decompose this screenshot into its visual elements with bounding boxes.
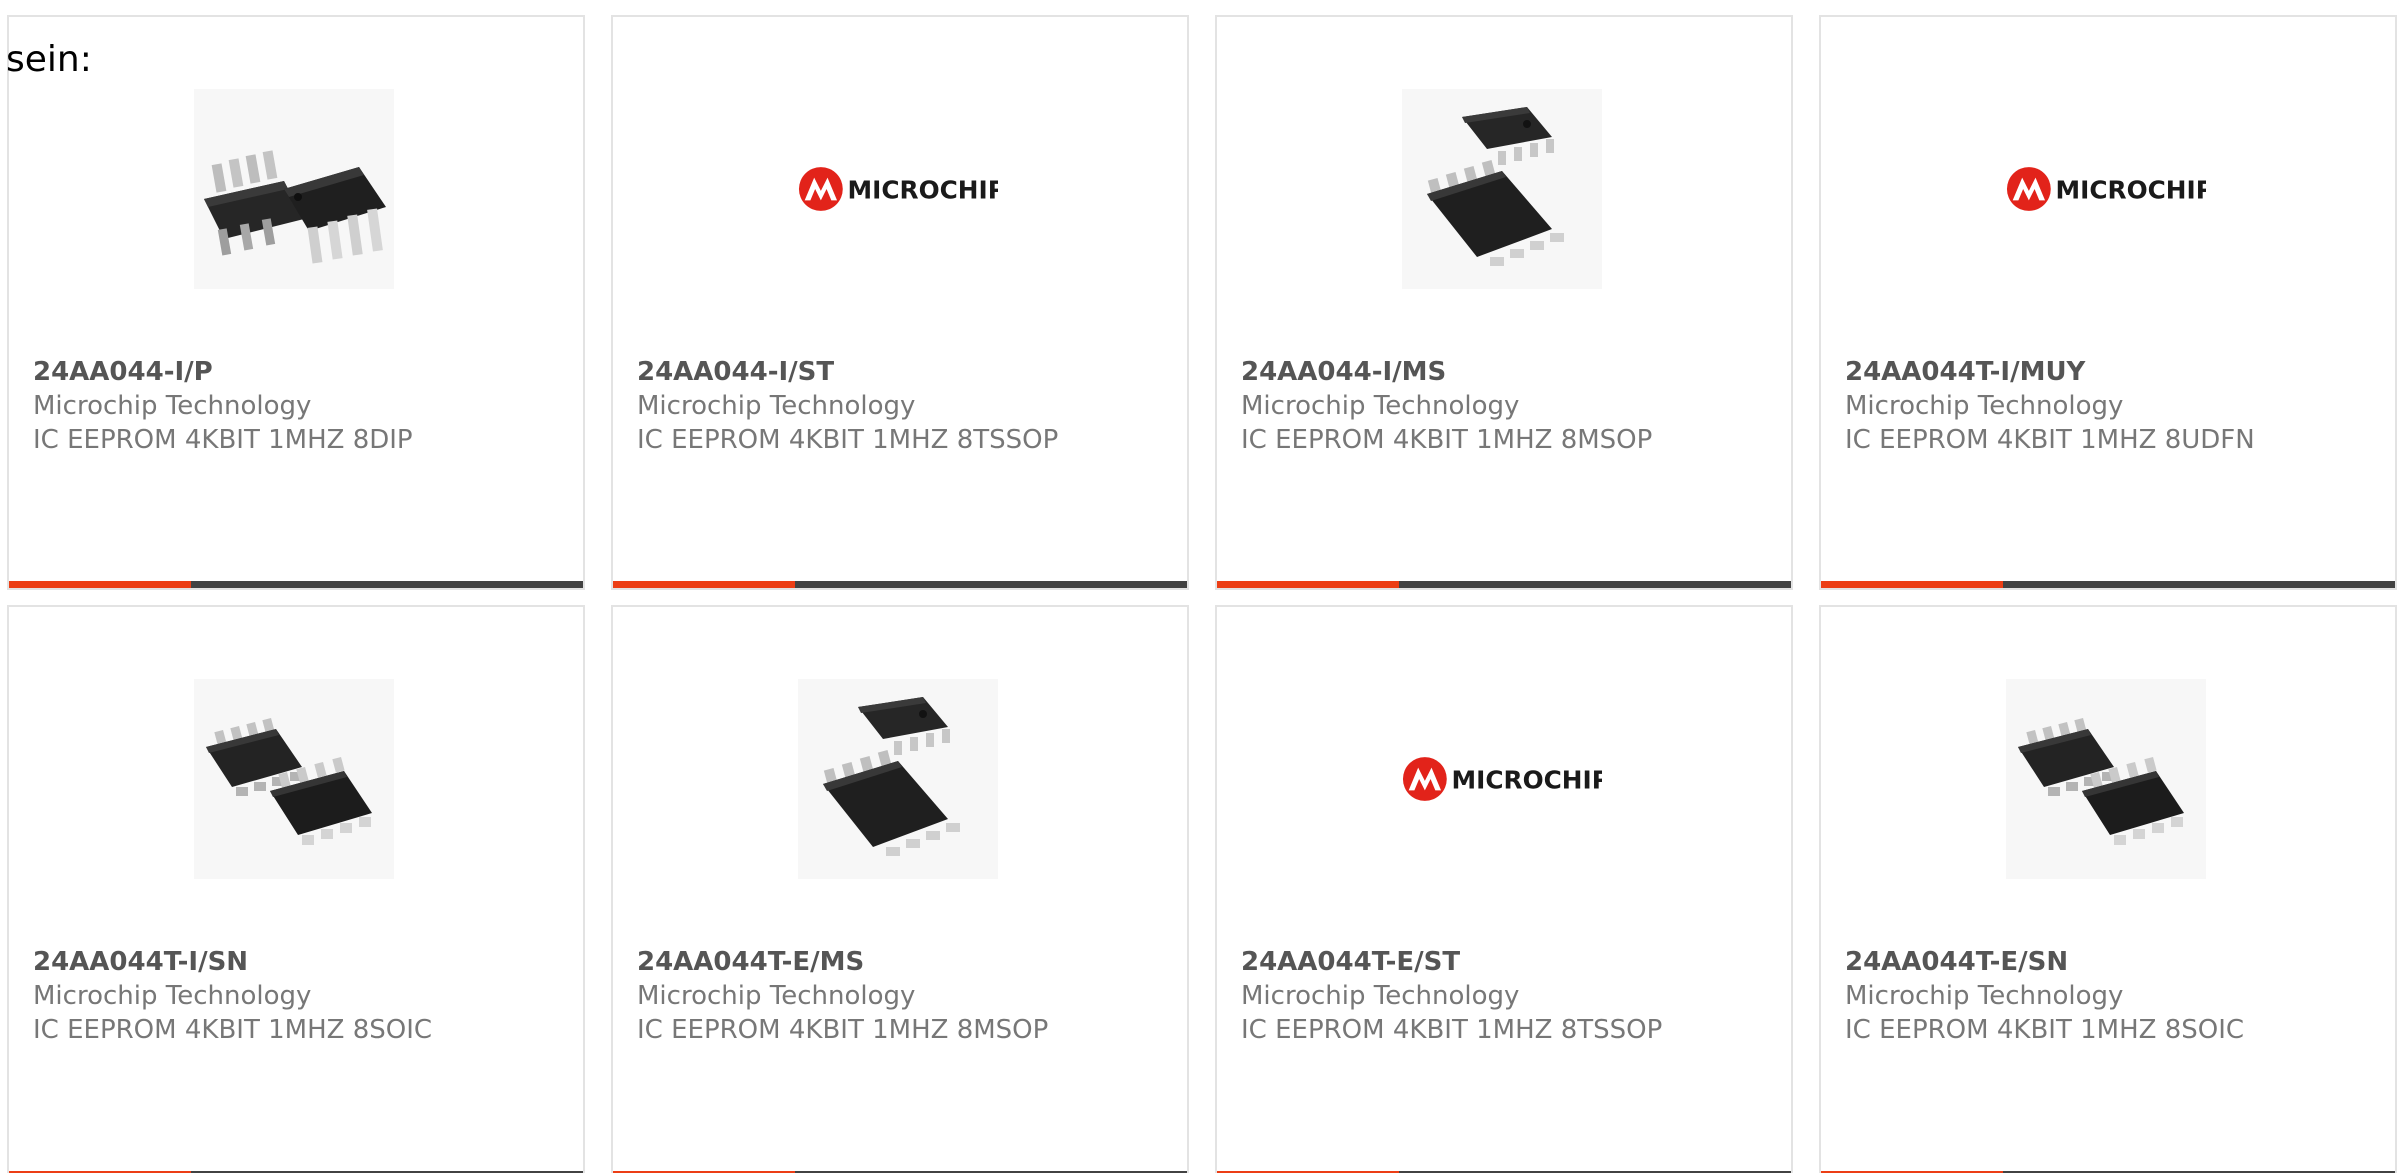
product-grid: 24AA044-I/P Microchip Technology IC EEPR…	[0, 0, 2400, 1173]
product-info: 24AA044-I/P Microchip Technology IC EEPR…	[33, 355, 571, 457]
bar-accent-segment	[613, 581, 795, 588]
bar-dark-segment	[1399, 581, 1791, 588]
msop-package-image[interactable]	[798, 679, 998, 879]
part-number[interactable]: 24AA044-I/ST	[637, 355, 1175, 389]
part-number[interactable]: 24AA044-I/P	[33, 355, 571, 389]
product-card[interactable]: MICROCHIP 24AA044T-E/ST Microchip Techno…	[1215, 605, 1793, 1173]
bar-dark-segment	[191, 581, 583, 588]
intro-text: sein:	[6, 39, 92, 80]
part-number[interactable]: 24AA044T-E/ST	[1241, 945, 1779, 979]
logo-wordmark: MICROCHIP	[2056, 176, 2206, 205]
product-description: IC EEPROM 4KBIT 1MHZ 8SOIC	[33, 1015, 433, 1045]
bar-accent-segment	[9, 581, 191, 588]
manufacturer: Microchip Technology	[1241, 981, 1520, 1011]
microchip-logo-image[interactable]: MICROCHIP	[2006, 89, 2206, 289]
product-card[interactable]: 24AA044T-E/MS Microchip Technology IC EE…	[611, 605, 1189, 1173]
product-card[interactable]: MICROCHIP 24AA044T-I/MUY Microchip Techn…	[1819, 15, 2397, 590]
microchip-logo-icon: MICROCHIP	[1402, 757, 1602, 801]
part-number[interactable]: 24AA044T-I/SN	[33, 945, 571, 979]
product-description: IC EEPROM 4KBIT 1MHZ 8SOIC	[1845, 1015, 2245, 1045]
manufacturer: Microchip Technology	[637, 981, 916, 1011]
product-info: 24AA044-I/ST Microchip Technology IC EEP…	[637, 355, 1175, 457]
product-description: IC EEPROM 4KBIT 1MHZ 8TSSOP	[1241, 1015, 1663, 1045]
product-info: 24AA044-I/MS Microchip Technology IC EEP…	[1241, 355, 1779, 457]
part-number[interactable]: 24AA044-I/MS	[1241, 355, 1779, 389]
msop-package-image[interactable]	[1402, 89, 1602, 289]
microchip-logo-icon: MICROCHIP	[798, 167, 998, 211]
product-description: IC EEPROM 4KBIT 1MHZ 8DIP	[33, 425, 413, 455]
logo-wordmark: MICROCHIP	[848, 176, 998, 205]
manufacturer: Microchip Technology	[1845, 981, 2124, 1011]
bar-accent-segment	[1821, 581, 2003, 588]
bar-accent-segment	[1217, 581, 1399, 588]
product-info: 24AA044T-I/MUY Microchip Technology IC E…	[1845, 355, 2383, 457]
product-card[interactable]: 24AA044-I/P Microchip Technology IC EEPR…	[7, 15, 585, 590]
product-info: 24AA044T-E/MS Microchip Technology IC EE…	[637, 945, 1175, 1047]
bar-dark-segment	[795, 581, 1187, 588]
soic-package-image[interactable]	[2006, 679, 2206, 879]
manufacturer: Microchip Technology	[33, 981, 312, 1011]
microchip-logo-icon: MICROCHIP	[2006, 167, 2206, 211]
bar-dark-segment	[2003, 581, 2395, 588]
product-card[interactable]: 24AA044T-I/SN Microchip Technology IC EE…	[7, 605, 585, 1173]
product-description: IC EEPROM 4KBIT 1MHZ 8UDFN	[1845, 425, 2255, 455]
microchip-logo-image[interactable]: MICROCHIP	[1402, 679, 1602, 879]
product-info: 24AA044T-E/SN Microchip Technology IC EE…	[1845, 945, 2383, 1047]
card-bottom-bar	[9, 581, 583, 588]
card-bottom-bar	[613, 581, 1187, 588]
product-info: 24AA044T-I/SN Microchip Technology IC EE…	[33, 945, 571, 1047]
part-number[interactable]: 24AA044T-I/MUY	[1845, 355, 2383, 389]
part-number[interactable]: 24AA044T-E/MS	[637, 945, 1175, 979]
product-card[interactable]: 24AA044-I/MS Microchip Technology IC EEP…	[1215, 15, 1793, 590]
part-number[interactable]: 24AA044T-E/SN	[1845, 945, 2383, 979]
microchip-logo-image[interactable]: MICROCHIP	[798, 89, 998, 289]
card-bottom-bar	[1217, 581, 1791, 588]
product-info: 24AA044T-E/ST Microchip Technology IC EE…	[1241, 945, 1779, 1047]
product-description: IC EEPROM 4KBIT 1MHZ 8TSSOP	[637, 425, 1059, 455]
manufacturer: Microchip Technology	[1241, 391, 1520, 421]
product-card[interactable]: MICROCHIP 24AA044-I/ST Microchip Technol…	[611, 15, 1189, 590]
manufacturer: Microchip Technology	[637, 391, 916, 421]
product-description: IC EEPROM 4KBIT 1MHZ 8MSOP	[637, 1015, 1049, 1045]
manufacturer: Microchip Technology	[1845, 391, 2124, 421]
card-bottom-bar	[1821, 581, 2395, 588]
product-description: IC EEPROM 4KBIT 1MHZ 8MSOP	[1241, 425, 1653, 455]
manufacturer: Microchip Technology	[33, 391, 312, 421]
dip-package-image[interactable]	[194, 89, 394, 289]
product-card[interactable]: 24AA044T-E/SN Microchip Technology IC EE…	[1819, 605, 2397, 1173]
logo-wordmark: MICROCHIP	[1452, 766, 1602, 795]
soic-package-image[interactable]	[194, 679, 394, 879]
